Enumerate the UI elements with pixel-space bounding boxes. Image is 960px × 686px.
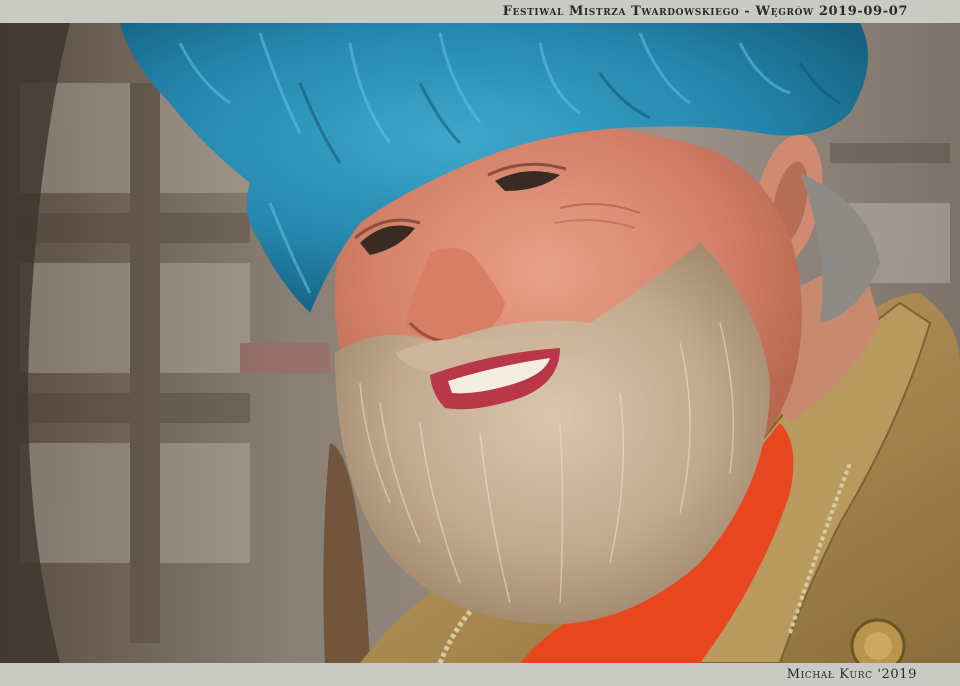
photo-caption: Festiwal Mistrza Twardowskiego - Węgrów … — [502, 4, 908, 19]
credit-bar: Michał Kurc '2019 — [0, 663, 960, 686]
photo-credit: Michał Kurc '2019 — [786, 667, 917, 682]
portrait-photo — [0, 23, 960, 663]
caption-bar: Festiwal Mistrza Twardowskiego - Węgrów … — [0, 0, 960, 23]
photo-frame: Festiwal Mistrza Twardowskiego - Węgrów … — [0, 0, 960, 686]
